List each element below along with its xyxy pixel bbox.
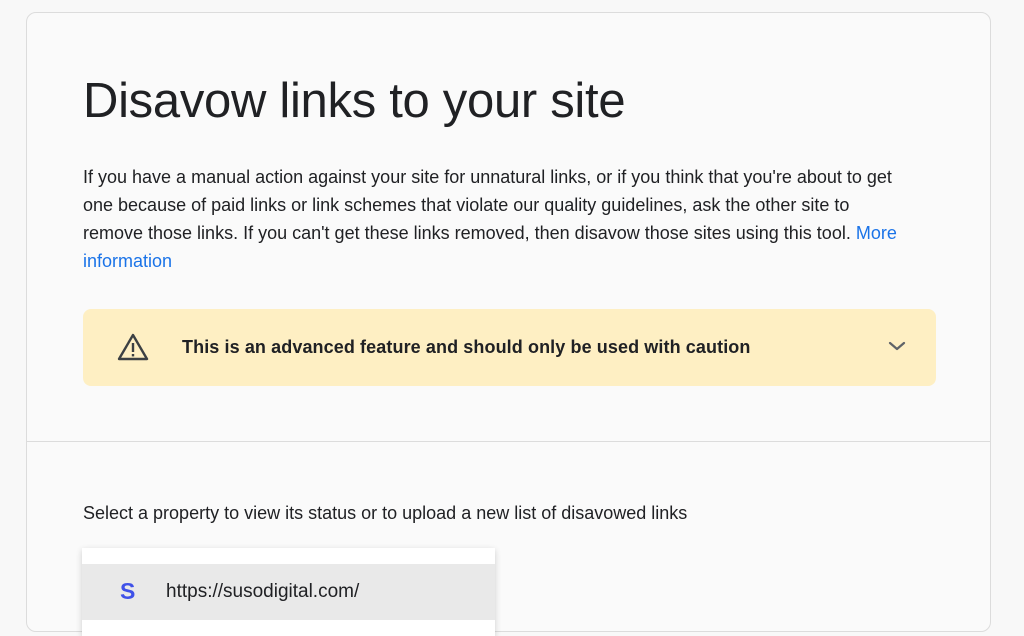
page-title: Disavow links to your site: [83, 74, 626, 128]
caution-banner[interactable]: This is an advanced feature and should o…: [83, 309, 936, 386]
caution-text: This is an advanced feature and should o…: [182, 337, 751, 357]
warning-triangle-icon: [117, 333, 149, 361]
property-option[interactable]: S https://susodigital.com/: [82, 564, 495, 620]
intro-text: If you have a manual action against your…: [83, 167, 892, 243]
chevron-down-icon[interactable]: [888, 339, 906, 353]
intro-paragraph: If you have a manual action against your…: [83, 163, 913, 275]
disavow-card: Disavow links to your site If you have a…: [26, 12, 991, 636]
section-divider: [27, 441, 990, 442]
property-select-label: Select a property to view its status or …: [83, 503, 688, 523]
property-url: https://susodigital.com/: [166, 581, 360, 602]
property-dropdown[interactable]: S https://susodigital.com/: [82, 548, 495, 636]
site-favicon-icon: S: [120, 578, 136, 604]
